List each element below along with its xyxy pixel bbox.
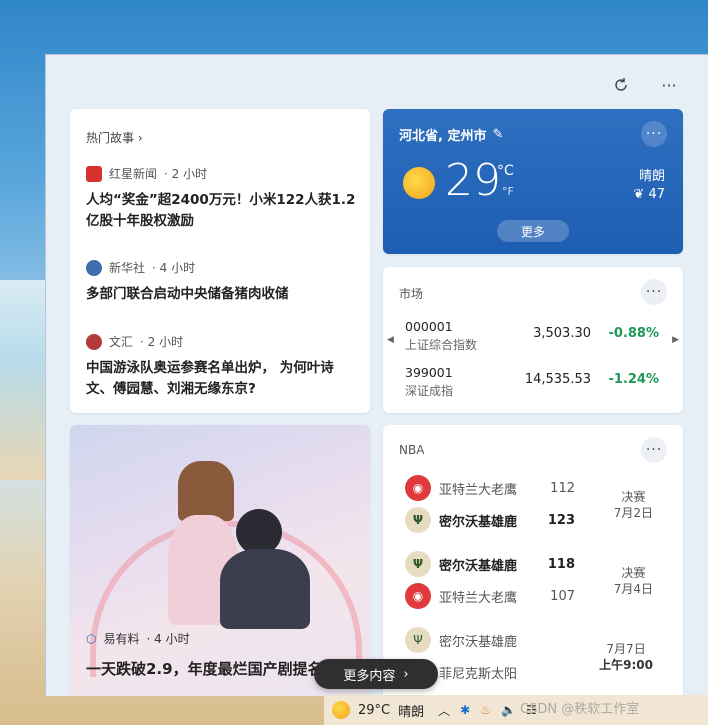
taskbar-temp[interactable]: 29°C [358,703,390,718]
chevron-right-icon: › [403,666,409,682]
taskbar: 29°C 晴朗 ︿ ✱ ♨ 🔈 ☷ [324,695,708,725]
edit-pencil-icon[interactable]: ✎ [492,127,503,142]
market-title: 市场 [399,287,424,301]
taskbar-condition[interactable]: 晴朗 [398,701,424,720]
sunny-icon [403,167,435,199]
team-row[interactable]: ◉ 亚特兰大老鹰 112 [405,475,575,501]
chevron-right-icon: › [137,131,143,145]
unit-celsius[interactable]: °C [497,163,514,179]
news-item[interactable]: 红星新闻 · 2 小时 人均“奖金”超2400万元！小米122人获1.2亿股十年股… [86,165,356,232]
panel-toolbar: ··· [611,75,679,95]
leaf-icon: ❦ [633,187,645,202]
video-news-card[interactable]: ⬡ 易有料 · 4 小时 一天跌破2.9，年度最烂国产剧提名了 [70,425,370,696]
app-flame-icon[interactable]: ♨ [480,703,491,717]
air-quality: ❦ 47 [633,187,665,202]
unit-fahrenheit[interactable]: °F [502,185,514,198]
source-logo-icon [86,333,102,350]
market-row[interactable]: 000001 上证综合指数 3,503.30 -0.88% [405,319,661,353]
thumbnail-person-body [220,549,310,629]
news-and-interests-panel: ··· 热门故事 › 红星新闻 · 2 小时 人均“奖金”超2400万元！小米12… [45,54,708,696]
prev-arrow-icon[interactable]: ◀ [387,335,394,345]
team-row[interactable]: ◉ 亚特兰大老鹰 107 [405,583,575,609]
more-options-icon[interactable]: ··· [659,75,679,95]
market-more-icon[interactable]: ··· [641,279,667,305]
more-content-button[interactable]: 更多内容 › [314,659,438,689]
nba-title: NBA [399,443,425,457]
game-meta[interactable]: 决赛 7月4日 [614,565,653,597]
bucks-logo-icon: Ψ [405,507,431,533]
weather-condition: 晴朗 [638,169,665,184]
team-row[interactable]: Ψ 密尔沃基雄鹿 118 [405,551,575,577]
team-row[interactable]: Ψ 密尔沃基雄鹿 [405,627,575,653]
bucks-logo-icon: Ψ [405,551,431,577]
thumbnail-person-hair [178,461,234,521]
team-row[interactable]: Ψ 密尔沃基雄鹿 123 [405,507,575,533]
watermark-text: CSDN @秩软工作室 [520,702,640,717]
market-card: 市场 ··· ◀ ▶ 000001 上证综合指数 3,503.30 -0.88%… [383,267,683,413]
nba-more-icon[interactable]: ··· [641,437,667,463]
chevron-up-icon[interactable]: ︿ [438,702,450,719]
speaker-icon[interactable]: 🔈 [501,703,516,717]
weather-location[interactable]: 河北省, 定州市 ✎ [399,125,503,144]
source-logo-icon [86,165,102,182]
hawks-logo-icon: ◉ [405,583,431,609]
weather-more-icon[interactable]: ··· [641,121,667,147]
news-title[interactable]: 多部门联合启动中央储备猪肉收储 [86,284,356,305]
weather-sun-icon[interactable] [332,701,350,719]
source-logo-icon [86,259,102,276]
temperature: 29 [445,155,501,206]
hawks-logo-icon: ◉ [405,475,431,501]
next-arrow-icon[interactable]: ▶ [672,335,679,345]
news-item[interactable]: 新华社 · 4 小时 多部门联合启动中央储备猪肉收储 [86,259,356,305]
game-meta[interactable]: 7月7日 上午9:00 [599,641,653,673]
refresh-icon[interactable] [611,75,631,95]
news-title[interactable]: 中国游泳队奥运参赛名单出炉， 为何叶诗文、傅园慧、刘湘无缘东京? [86,358,356,400]
weather-more-button[interactable]: 更多 [497,220,569,242]
nba-card: NBA ··· ◉ 亚特兰大老鹰 112 Ψ 密尔沃基雄鹿 123 决赛 7月2日 Ψ 密尔… [383,425,683,696]
defender-shield-icon[interactable]: ✱ [460,703,470,717]
market-row[interactable]: 399001 深证成指 14,535.53 -1.24% [405,365,661,399]
hot-stories-header[interactable]: 热门故事 › [86,129,143,146]
hot-stories-card: 热门故事 › 红星新闻 · 2 小时 人均“奖金”超2400万元！小米122人获1… [70,109,370,413]
news-title[interactable]: 人均“奖金”超2400万元！小米122人获1.2亿股十年股权激励 [86,190,356,232]
news-item[interactable]: 文汇 · 2 小时 中国游泳队奥运参赛名单出炉， 为何叶诗文、傅园慧、刘湘无缘东京… [86,333,356,400]
bucks-logo-icon: Ψ [405,627,431,653]
weather-card[interactable]: 河北省, 定州市 ✎ ··· 29 °C °F 晴朗 ❦ 47 更多 [383,109,683,254]
video-source: ⬡ 易有料 · 4 小时 [86,631,190,647]
game-meta[interactable]: 决赛 7月2日 [614,489,653,521]
source-logo-icon: ⬡ [86,631,97,646]
